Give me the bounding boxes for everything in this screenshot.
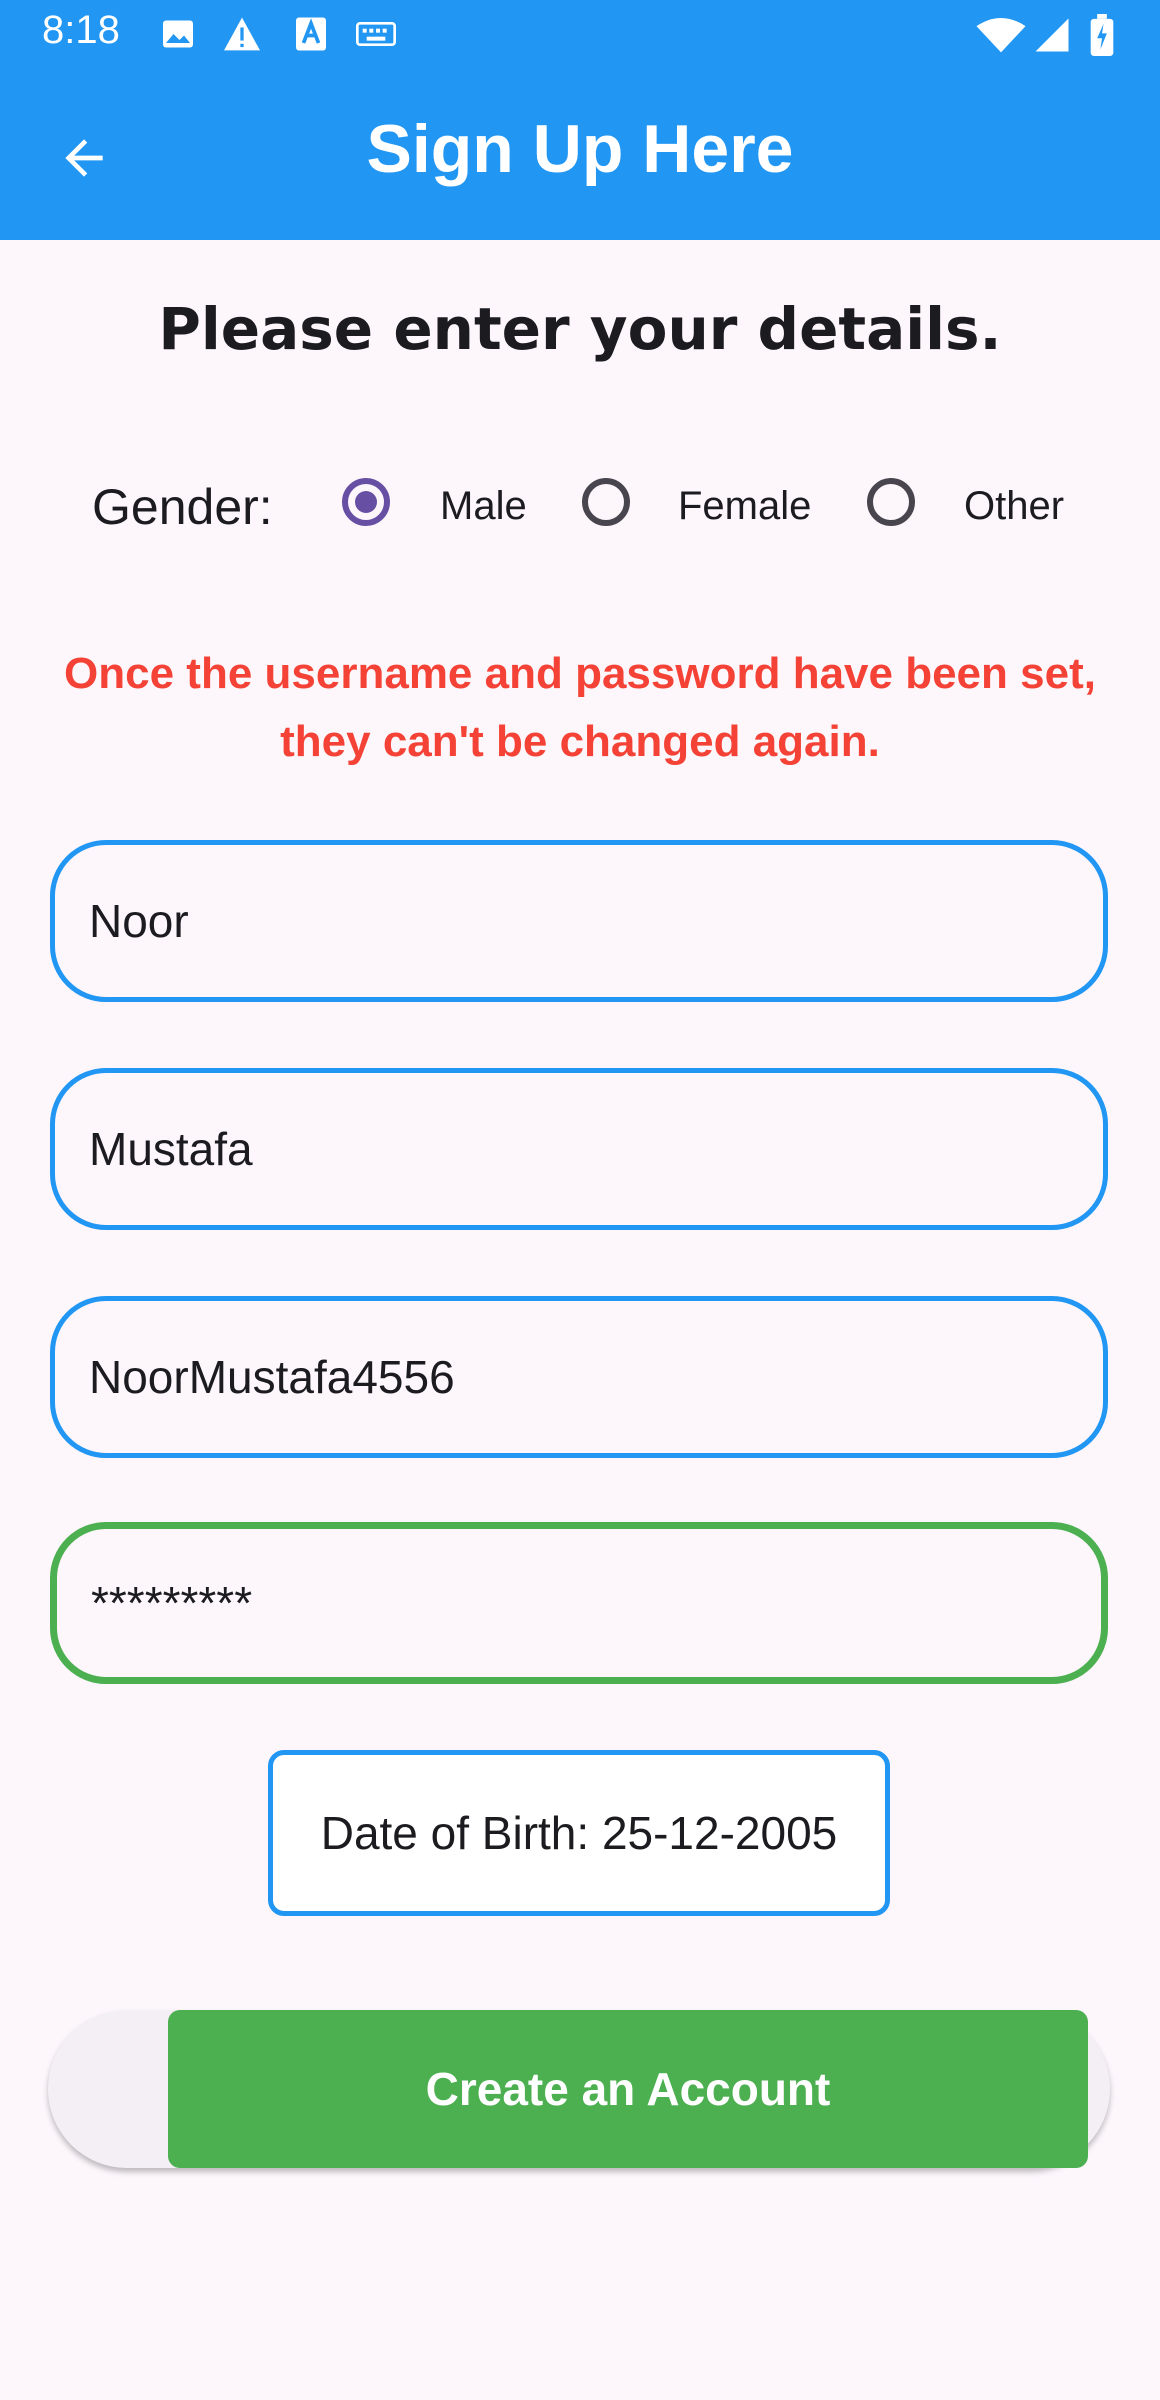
text-notification-icon: [294, 16, 328, 57]
username-field[interactable]: NoorMustafa4556: [50, 1296, 1108, 1458]
wifi-icon: [976, 18, 1026, 59]
app-bar: 8:18 Sign Up Here: [0, 0, 1160, 240]
image-notification-icon: [160, 16, 196, 57]
status-time: 8:18: [42, 8, 120, 52]
first-name-field[interactable]: Noor: [50, 840, 1108, 1002]
last-name-field[interactable]: Mustafa: [50, 1068, 1108, 1230]
date-of-birth-button[interactable]: Date of Birth: 25-12-2005: [268, 1750, 890, 1916]
signal-icon: [1034, 16, 1070, 59]
form-heading: Please enter your details.: [158, 295, 1002, 363]
keyboard-notification-icon: [356, 22, 396, 51]
gender-radio-group: Gender: Male Female Other: [0, 470, 1160, 544]
create-account-button[interactable]: Create an Account: [168, 2010, 1088, 2168]
create-account-button-container: Create an Account: [48, 2010, 1110, 2168]
battery-icon: [1090, 14, 1114, 61]
page-title: Sign Up Here: [366, 111, 794, 187]
credentials-warning: Once the username and password have been…: [64, 649, 1096, 766]
radio-other-label[interactable]: Other: [964, 484, 1064, 529]
password-field[interactable]: *********: [50, 1522, 1108, 1684]
radio-other[interactable]: [867, 478, 915, 526]
status-bar: 8:18: [0, 0, 1160, 70]
radio-male[interactable]: [342, 478, 390, 526]
radio-female[interactable]: [582, 478, 630, 526]
alert-notification-icon: [222, 16, 262, 57]
radio-female-label[interactable]: Female: [678, 484, 811, 529]
gender-label: Gender:: [92, 479, 273, 535]
radio-male-label[interactable]: Male: [440, 484, 527, 529]
